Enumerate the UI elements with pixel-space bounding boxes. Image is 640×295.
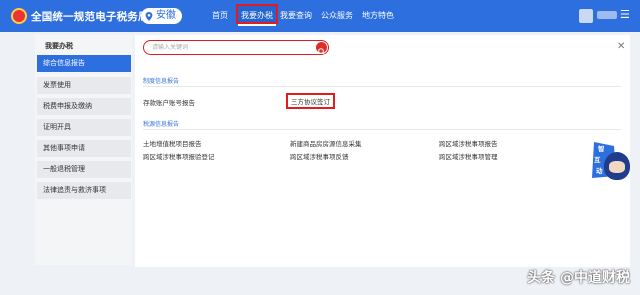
smart-assistant-button[interactable]: 智 互 动 xyxy=(588,140,634,186)
item-cross-region-management[interactable]: 跨区域涉税事项管理 xyxy=(439,151,498,161)
item-tripartite-agreement[interactable]: 三方协议签订 xyxy=(286,93,335,109)
robot-face xyxy=(609,161,625,173)
sidebar-item-comprehensive-report[interactable]: 综合信息报告 xyxy=(37,55,131,72)
location-pin-icon xyxy=(145,11,153,21)
section-title-system-report: 制度信息报告 xyxy=(143,78,180,85)
hamburger-menu-icon[interactable]: ☰ xyxy=(620,9,630,21)
item-land-vat-project-report[interactable]: 土地增值税项目报告 xyxy=(143,138,202,148)
sidebar-title: 我要办税 xyxy=(45,42,73,50)
region-label: 安徽 xyxy=(156,10,176,21)
section-title-tax-source-report: 税源信息报告 xyxy=(143,121,180,128)
item-cross-region-registration[interactable]: 跨区域涉税事项报验登记 xyxy=(143,151,215,161)
search-input[interactable] xyxy=(152,41,312,54)
assistant-label-1: 智 xyxy=(598,145,605,153)
nav-tax-handling[interactable]: 我要办税 xyxy=(236,4,278,26)
item-cross-region-feedback[interactable]: 跨区域涉税事项反馈 xyxy=(290,151,349,161)
watermark: 头条 @中道财税 xyxy=(527,270,630,286)
sidebar: 我要办税 综合信息报告 发票使用 税费申报及缴纳 证明开具 其他事项申请 一般退… xyxy=(35,35,132,265)
region-selector[interactable]: 安徽 xyxy=(141,8,182,24)
divider xyxy=(143,129,621,130)
item-new-housing-collection[interactable]: 新建商品房房源信息采集 xyxy=(290,138,362,148)
sidebar-item-certificate[interactable]: 证明开具 xyxy=(37,119,131,136)
search-button[interactable] xyxy=(316,42,327,55)
sidebar-item-invoice[interactable]: 发票使用 xyxy=(37,77,131,94)
nav-query[interactable]: 我要查询 xyxy=(280,10,312,21)
top-header: 全国统一规范电子税务局 安徽 首页 我要办税 我要查询 公众服务 地方特色 ☰ xyxy=(0,0,640,32)
user-avatar[interactable] xyxy=(579,9,593,23)
search-box xyxy=(143,40,329,55)
assistant-label-2: 互 xyxy=(594,156,601,164)
sidebar-item-legal[interactable]: 法律追责与救济事项 xyxy=(37,182,131,199)
assistant-label-3: 动 xyxy=(596,167,603,175)
site-title: 全国统一规范电子税务局 xyxy=(31,11,149,23)
main-panel: ✕ 制度信息报告 存款账户账号报告 三方协议签订 税源信息报告 土地增值税项目报… xyxy=(135,35,630,267)
nav-public-service[interactable]: 公众服务 xyxy=(321,10,353,21)
close-icon[interactable]: ✕ xyxy=(617,41,625,52)
search-icon xyxy=(318,48,325,55)
sidebar-item-declaration[interactable]: 税费申报及缴纳 xyxy=(37,98,131,115)
item-cross-region-report[interactable]: 跨区域涉税事项报告 xyxy=(439,138,498,148)
nav-local-features[interactable]: 地方特色 xyxy=(362,10,394,21)
item-deposit-account-report[interactable]: 存款账户账号报告 xyxy=(143,97,195,107)
tax-emblem-logo xyxy=(11,8,27,24)
sidebar-item-refund[interactable]: 一般退税管理 xyxy=(37,161,131,178)
nav-home[interactable]: 首页 xyxy=(212,10,228,21)
sidebar-item-other-application[interactable]: 其他事项申请 xyxy=(37,140,131,157)
user-name-blurred[interactable] xyxy=(597,11,617,19)
divider xyxy=(143,86,621,87)
